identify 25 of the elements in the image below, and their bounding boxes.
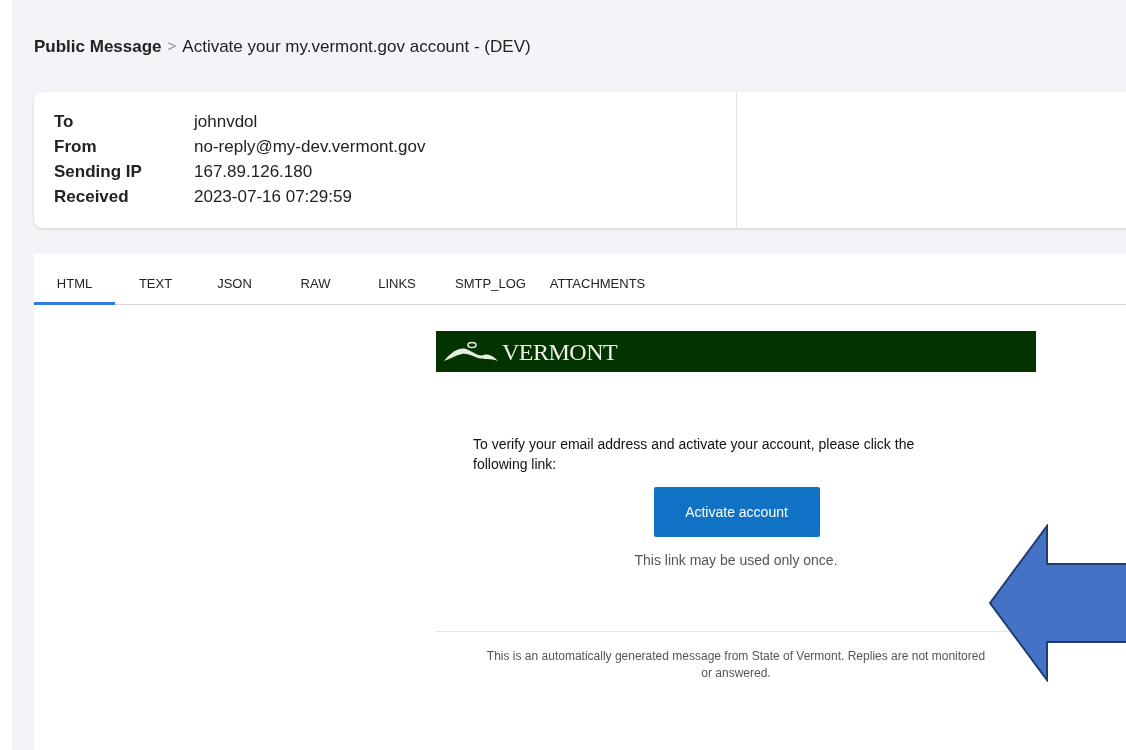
- header-label: To: [54, 111, 75, 133]
- header-label: Sending IP: [54, 161, 143, 183]
- breadcrumb-link[interactable]: Public Message: [34, 34, 162, 60]
- header-value: 167.89.126.180: [194, 161, 314, 183]
- tab[interactable]: TEXT: [115, 274, 196, 305]
- header-value: johnvdol: [194, 111, 259, 133]
- annotation-arrow-icon: [988, 524, 1126, 682]
- breadcrumb-separator: >: [167, 36, 177, 56]
- breadcrumb-current: Activate your my.vermont.gov account - (DEV): [182, 36, 531, 58]
- tab[interactable]: HTML: [34, 274, 115, 305]
- tab[interactable]: JSON: [196, 274, 273, 305]
- tab[interactable]: RAW: [273, 274, 358, 305]
- header-label: Received: [54, 186, 130, 208]
- header-label: From: [54, 136, 98, 158]
- activate-account-button[interactable]: Activate account: [653, 487, 820, 537]
- tab[interactable]: ATTACHMENTS: [545, 274, 650, 305]
- header-value: no-reply@my-dev.vermont.gov: [194, 136, 427, 158]
- banner-title: VERMONT: [502, 337, 618, 367]
- tab[interactable]: SMTP_LOG: [436, 274, 545, 305]
- footer-text: This is an automatically generated message from State of Vermont. Replies are not monitored or answered.: [485, 648, 987, 682]
- header-value: 2023-07-16 07:29:59: [194, 186, 353, 208]
- body-text: To verify your email address and activate your account, please click the following link:: [472, 435, 916, 474]
- mountain-logo-icon: [442, 340, 500, 363]
- tab[interactable]: LINKS: [358, 274, 436, 305]
- note-text: This link may be used only once.: [634, 551, 838, 570]
